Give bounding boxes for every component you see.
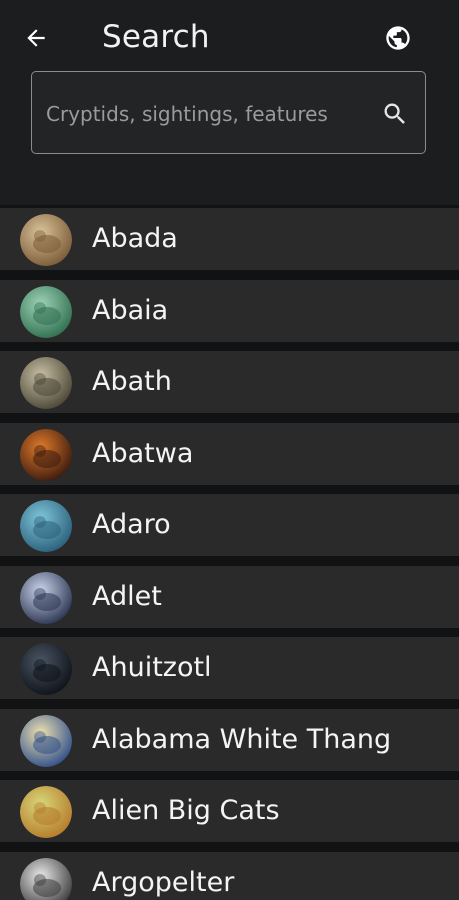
cryptid-thumbnail bbox=[20, 285, 72, 338]
cryptid-name: Abath bbox=[92, 366, 172, 397]
search-box[interactable] bbox=[31, 71, 426, 155]
arrow-left-icon bbox=[27, 29, 45, 47]
cryptid-thumbnail bbox=[20, 714, 72, 767]
list-item[interactable]: Ahuitzotl bbox=[0, 637, 459, 699]
back-button[interactable] bbox=[18, 20, 54, 56]
list-item[interactable]: Abatwa bbox=[0, 422, 459, 485]
cryptid-name: Abada bbox=[92, 223, 178, 254]
cryptid-name: Alabama White Thang bbox=[92, 723, 392, 755]
cryptid-thumbnail bbox=[20, 857, 72, 900]
list-item[interactable]: Abada bbox=[0, 208, 459, 270]
cryptid-thumbnail bbox=[20, 643, 72, 695]
list-item[interactable]: Abath bbox=[0, 351, 459, 413]
list-item[interactable]: Alien Big Cats bbox=[0, 780, 459, 842]
language-button[interactable] bbox=[380, 20, 416, 56]
list-item[interactable]: Argopelter bbox=[0, 851, 459, 900]
globe-icon bbox=[386, 26, 410, 50]
app-bar: Search bbox=[0, 0, 459, 205]
list-item[interactable]: Adlet bbox=[0, 565, 459, 628]
cryptid-name: Adaro bbox=[92, 509, 171, 540]
cryptid-name: Abaia bbox=[92, 294, 169, 326]
cryptid-name: Alien Big Cats bbox=[92, 795, 280, 826]
cryptid-thumbnail bbox=[20, 571, 72, 624]
cryptid-list: Abada Abaia Abath Abatwa Adaro Adlet Ahuitzotl… bbox=[0, 208, 459, 900]
cryptid-thumbnail bbox=[20, 357, 72, 409]
cryptid-thumbnail bbox=[20, 786, 72, 838]
search-input[interactable] bbox=[46, 72, 366, 155]
list-item[interactable]: Adaro bbox=[0, 494, 459, 556]
list-item[interactable]: Abaia bbox=[0, 279, 459, 342]
cryptid-thumbnail bbox=[20, 214, 72, 266]
list-item[interactable]: Alabama White Thang bbox=[0, 708, 459, 771]
page-title: Search bbox=[102, 19, 210, 55]
cryptid-name: Abatwa bbox=[92, 437, 194, 469]
search-icon[interactable] bbox=[381, 100, 409, 128]
cryptid-thumbnail bbox=[20, 428, 72, 481]
cryptid-name: Argopelter bbox=[92, 866, 235, 898]
cryptid-name: Adlet bbox=[92, 580, 162, 612]
cryptid-name: Ahuitzotl bbox=[92, 652, 212, 683]
cryptid-thumbnail bbox=[20, 500, 72, 552]
